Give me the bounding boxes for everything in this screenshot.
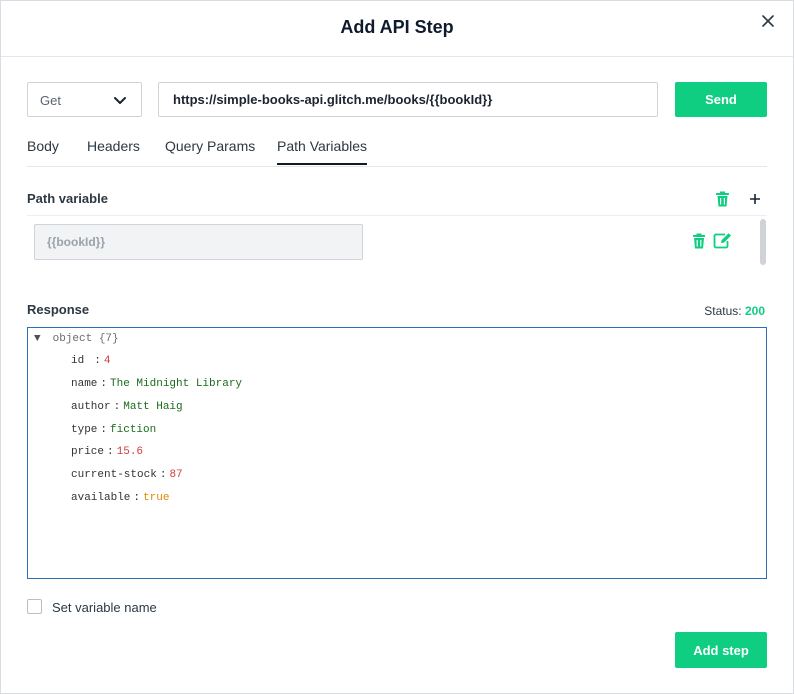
json-value: fiction: [110, 424, 157, 436]
json-field-row: name: The Midnight Library: [71, 378, 243, 390]
response-json-viewer: ▼ object {7} id:4 name: The Midnight Libr…: [27, 327, 767, 579]
method-value: Get: [40, 93, 61, 108]
json-key: id: [71, 355, 85, 367]
method-select[interactable]: Get: [27, 82, 142, 117]
response-status: Status: 200: [704, 304, 765, 318]
status-label: Status:: [704, 304, 742, 318]
json-key: name: [71, 378, 98, 390]
json-value: The Midnight Library: [110, 378, 243, 390]
object-count: {7}: [98, 333, 119, 345]
json-key: price: [71, 446, 105, 458]
status-code: 200: [744, 304, 765, 318]
close-icon[interactable]: [759, 12, 777, 30]
tab-body[interactable]: Body: [27, 138, 59, 154]
add-step-button[interactable]: Add step: [675, 632, 767, 668]
path-variable-input[interactable]: [34, 224, 363, 260]
row-trash-icon[interactable]: [692, 233, 706, 254]
json-value: 87: [169, 469, 183, 481]
row-edit-icon[interactable]: [713, 232, 732, 254]
set-variable-checkbox[interactable]: [27, 599, 42, 614]
json-key: author: [71, 401, 111, 413]
path-variable-scrollbar[interactable]: [760, 219, 766, 265]
json-key: type: [71, 424, 98, 436]
json-value: 15.6: [116, 446, 144, 458]
json-field-row: price:15.6: [71, 446, 144, 458]
json-field-row: id:4: [71, 355, 111, 367]
request-tabs: Body Headers Query Params Path Variables: [27, 129, 767, 167]
send-button[interactable]: Send: [675, 82, 767, 117]
response-label: Response: [27, 302, 90, 317]
path-variable-label: Path variable: [27, 191, 108, 206]
json-value: Matt Haig: [123, 401, 183, 413]
modal-header: Add API Step: [1, 1, 793, 57]
delete-all-trash-icon[interactable]: [715, 191, 730, 212]
json-field-row: current-stock:87: [71, 469, 183, 481]
tab-headers[interactable]: Headers: [87, 138, 140, 154]
json-field-row: author: Matt Haig: [71, 401, 183, 413]
object-toggle[interactable]: ▼ object {7}: [34, 333, 119, 345]
chevron-down-icon: [113, 94, 127, 106]
tab-path-variables[interactable]: Path Variables: [277, 138, 368, 165]
collapse-triangle-icon: ▼: [34, 333, 41, 345]
modal-title: Add API Step: [340, 17, 454, 37]
url-input[interactable]: [158, 82, 658, 117]
json-value: 4: [103, 355, 111, 367]
add-api-step-modal: Add API Step Get Send Body Headers Query…: [0, 0, 794, 694]
json-field-row: available: true: [71, 492, 170, 504]
add-icon[interactable]: [748, 191, 762, 212]
json-key: current-stock: [71, 469, 157, 481]
path-variable-panel: [27, 215, 767, 267]
json-field-row: type: fiction: [71, 424, 157, 436]
json-value: true: [143, 492, 170, 504]
tab-query-params[interactable]: Query Params: [165, 138, 255, 154]
object-label: object: [52, 333, 93, 345]
json-key: available: [71, 492, 131, 504]
set-variable-label[interactable]: Set variable name: [52, 600, 157, 615]
